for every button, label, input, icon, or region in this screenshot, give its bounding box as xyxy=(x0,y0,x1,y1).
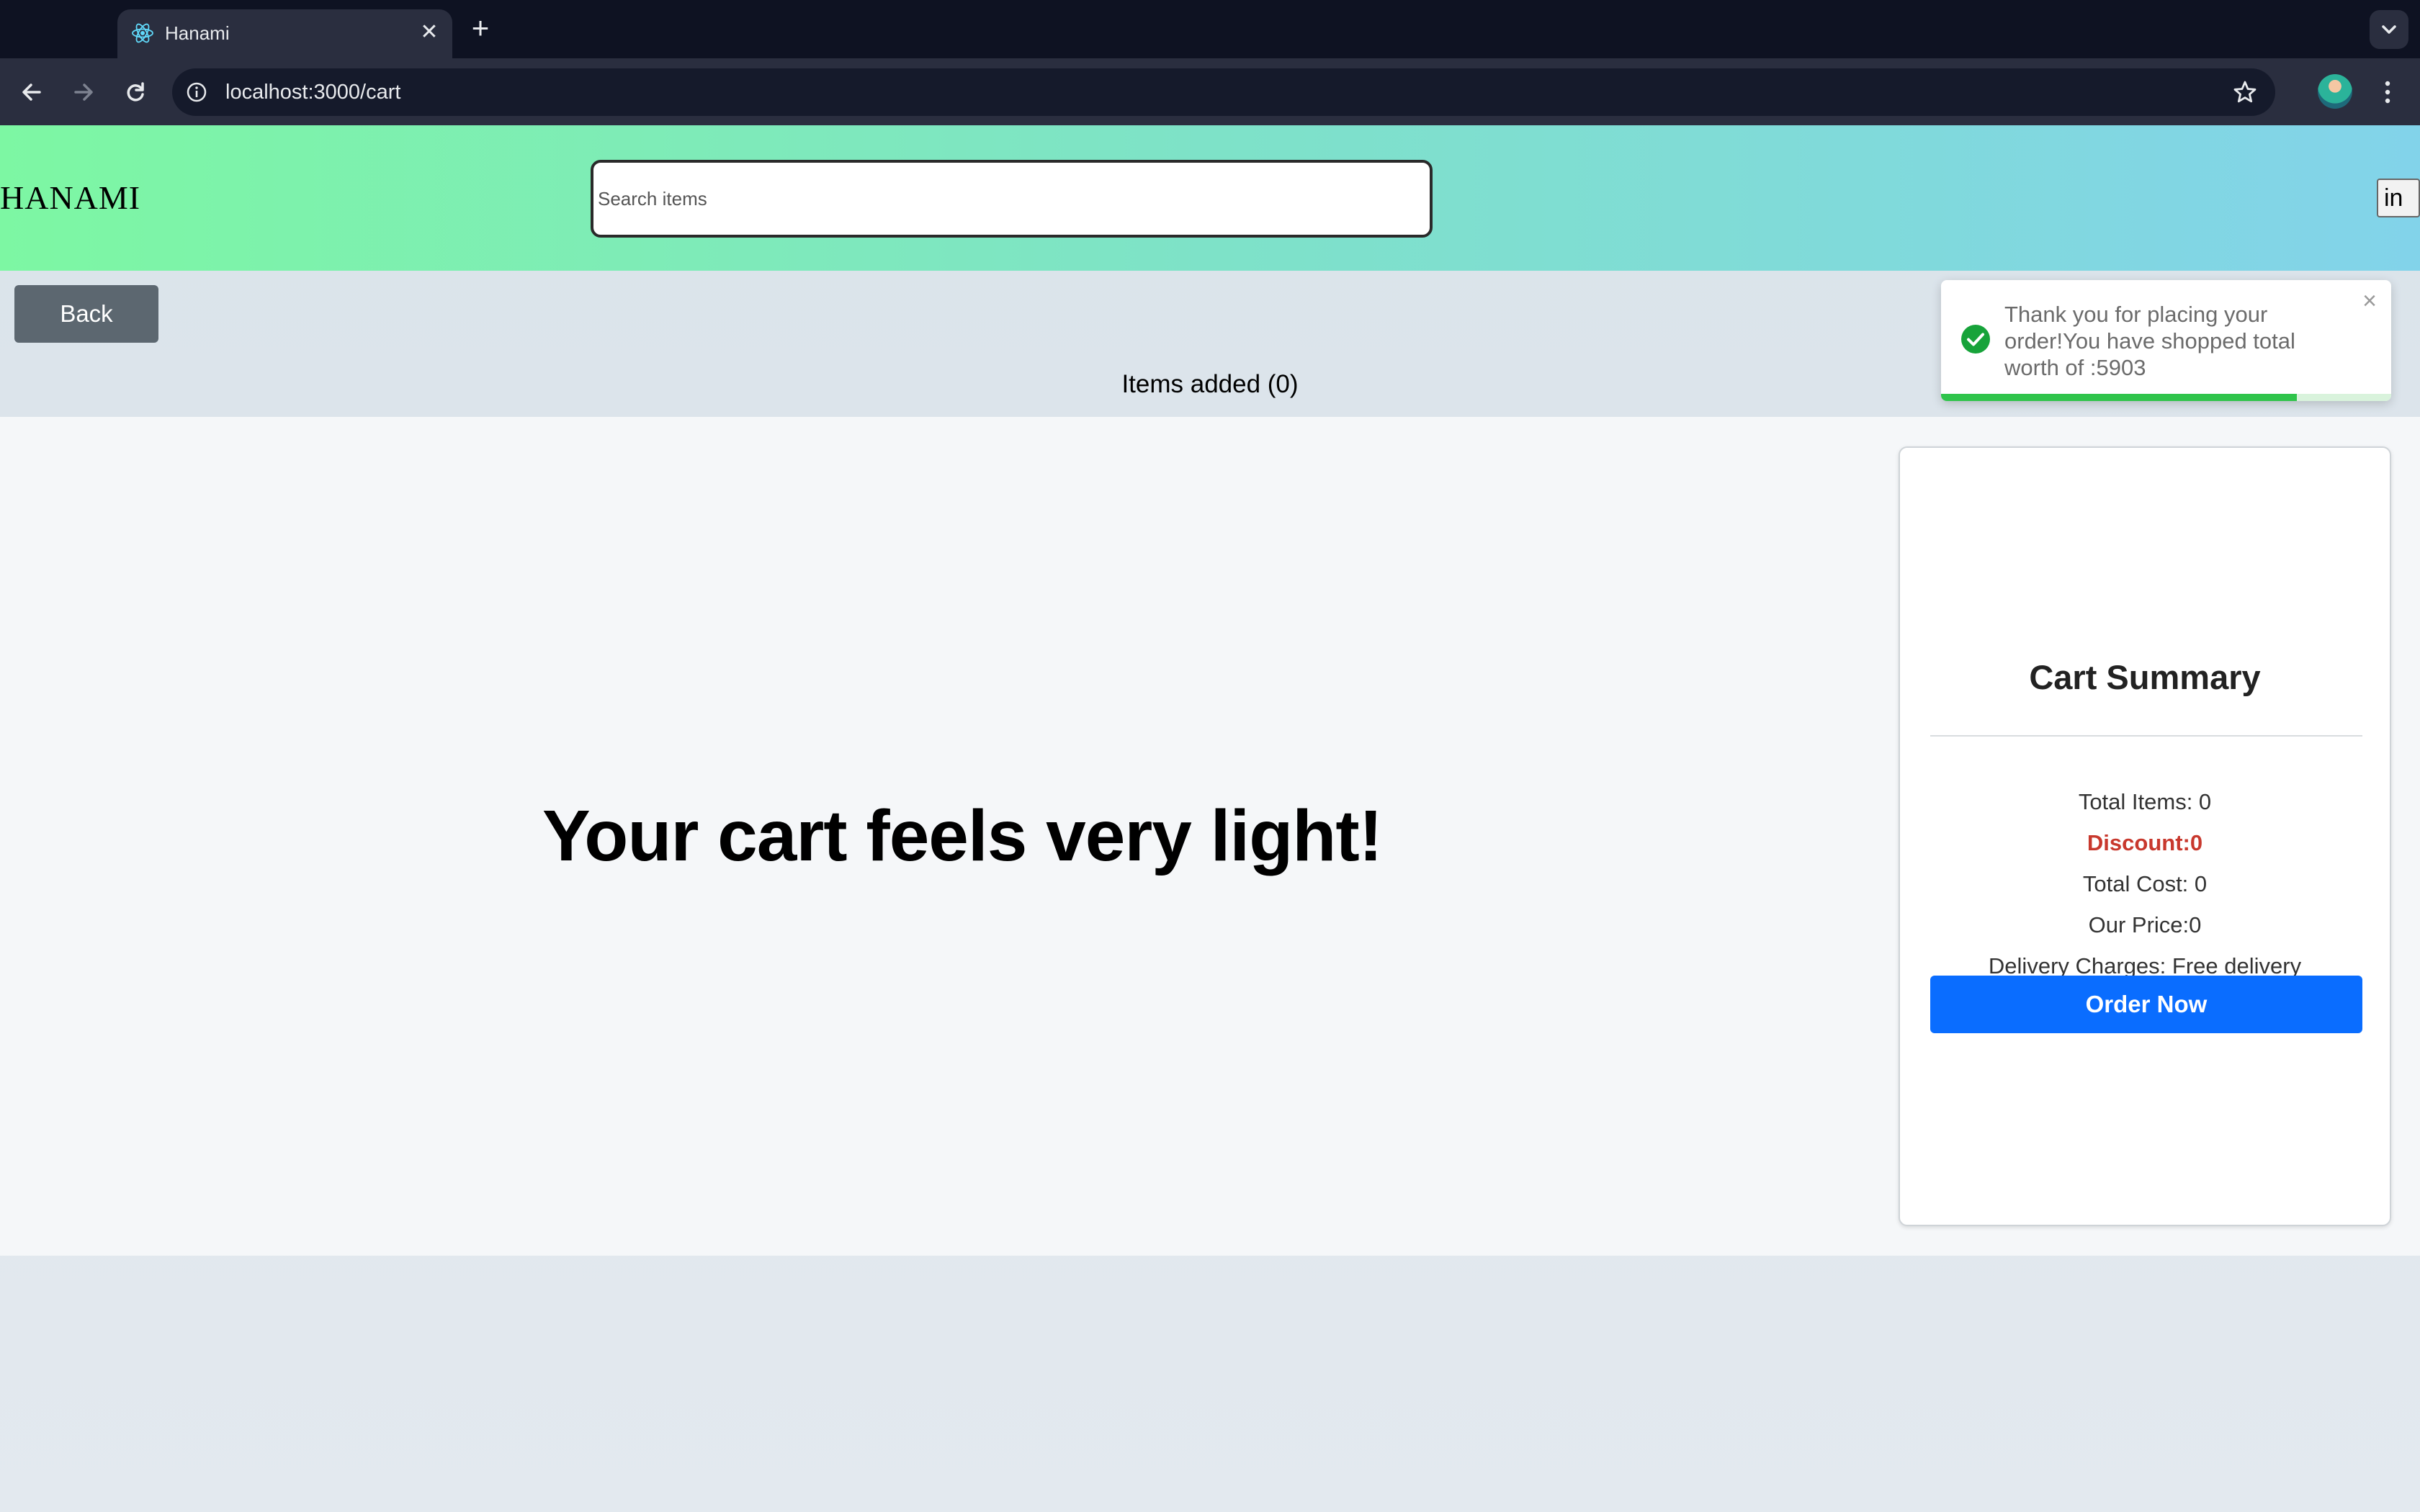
cart-summary-card: Cart Summary Total Items: 0 Discount:0 T… xyxy=(1899,446,2391,1226)
order-success-toast[interactable]: Thank you for placing your order!You hav… xyxy=(1941,280,2391,401)
login-button[interactable]: in xyxy=(2377,179,2420,217)
our-price: Our Price:0 xyxy=(2088,912,2202,937)
tab-search-button[interactable] xyxy=(2370,10,2408,49)
site-header: HANAMI in xyxy=(0,125,2420,271)
url-text: localhost:3000/cart xyxy=(225,81,401,104)
discount: Discount:0 xyxy=(2087,830,2203,855)
more-menu-icon[interactable] xyxy=(2377,74,2398,110)
bookmark-star-icon[interactable] xyxy=(2231,78,2259,107)
cart-content: Your cart feels very light! Cart Summary… xyxy=(0,417,2420,1256)
chevron-down-icon xyxy=(2382,25,2396,34)
site-logo[interactable]: HANAMI xyxy=(0,179,140,217)
site-info-icon[interactable] xyxy=(185,81,208,104)
back-arrow-icon[interactable] xyxy=(14,74,50,110)
toast-message: Thank you for placing your order!You hav… xyxy=(2004,302,2295,380)
page: HANAMI in Back Items added (0) Your cart… xyxy=(0,125,2420,1512)
divider xyxy=(1930,735,2362,737)
order-now-button[interactable]: Order Now xyxy=(1930,976,2362,1033)
close-icon[interactable]: × xyxy=(2357,289,2382,313)
cart-summary-title: Cart Summary xyxy=(2029,658,2261,696)
browser-toolbar: localhost:3000/cart xyxy=(0,58,2420,125)
react-icon xyxy=(132,23,153,43)
total-cost: Total Cost: 0 xyxy=(2082,871,2208,896)
close-tab-icon[interactable]: ✕ xyxy=(415,18,444,47)
total-items: Total Items: 0 xyxy=(2078,789,2212,814)
search-input[interactable] xyxy=(591,160,1433,238)
profile-avatar[interactable] xyxy=(2318,74,2352,109)
new-tab-icon[interactable]: + xyxy=(465,12,496,44)
reload-icon[interactable] xyxy=(117,74,153,110)
tab-title: Hanami xyxy=(165,22,230,44)
browser-tab-bar: Hanami ✕ + xyxy=(0,0,2420,58)
check-circle-icon xyxy=(1961,325,1990,354)
back-button[interactable]: Back xyxy=(14,285,158,343)
address-bar[interactable]: localhost:3000/cart xyxy=(172,68,2275,116)
toast-progress-bar xyxy=(1941,394,2297,401)
browser-tab[interactable]: Hanami ✕ xyxy=(117,9,452,58)
empty-cart-message: Your cart feels very light! xyxy=(542,796,1383,876)
forward-arrow-icon[interactable] xyxy=(66,74,102,110)
